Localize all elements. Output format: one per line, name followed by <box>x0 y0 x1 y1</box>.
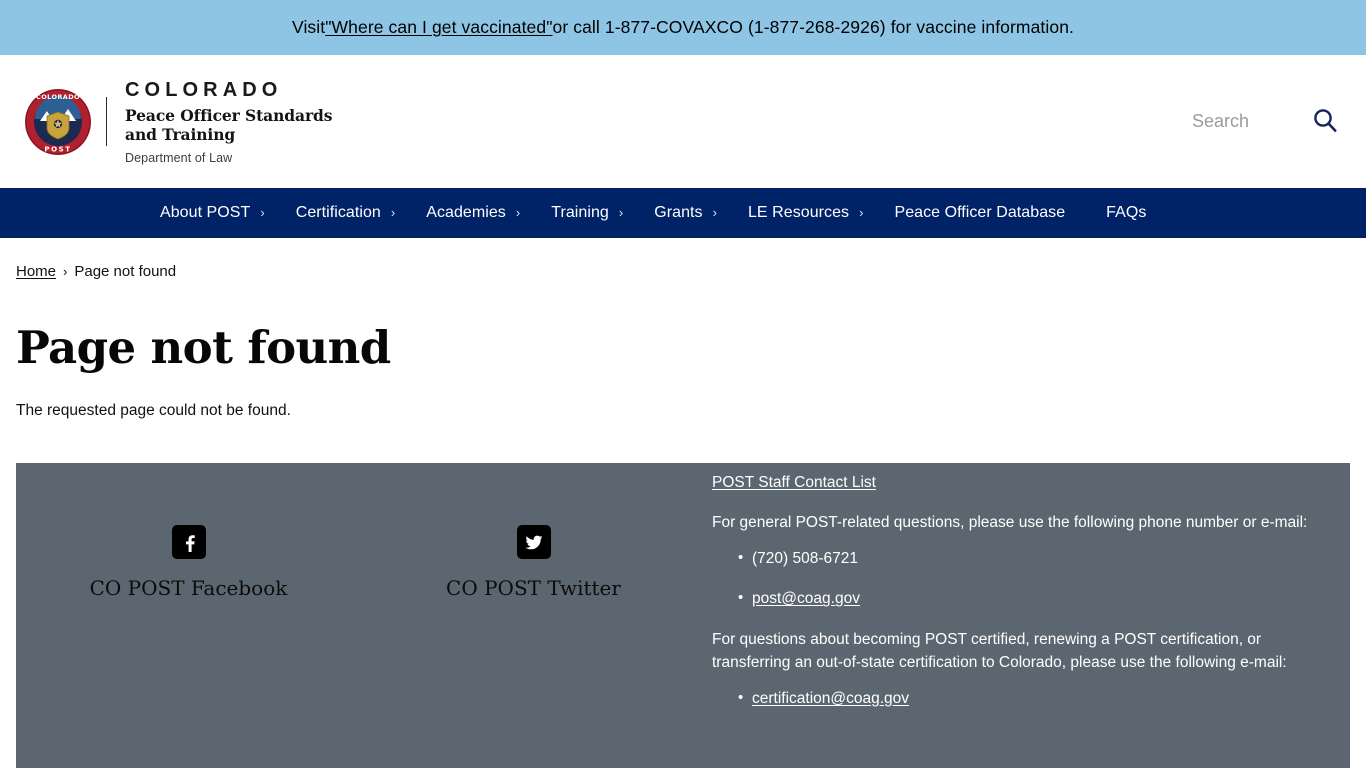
search-submit-button[interactable] <box>1310 107 1340 137</box>
brand-agency: Peace Officer Standards and Training <box>125 105 333 144</box>
nav-item-peace-officer-database[interactable]: Peace Officer Database <box>894 204 1065 222</box>
nav-item-faqs[interactable]: FAQs <box>1106 204 1146 222</box>
post-email-link[interactable]: post@coag.gov <box>752 590 860 607</box>
colorado-post-seal-icon: COLORADO POST <box>24 88 92 156</box>
main-content: Home › Page not found Page not found The… <box>0 238 1366 420</box>
svg-text:POST: POST <box>44 145 71 153</box>
nav-label: Grants <box>654 204 703 221</box>
nav-label: Training <box>551 204 609 221</box>
facebook-icon[interactable] <box>171 525 206 559</box>
nav-item-certification[interactable]: Certification › <box>296 204 396 222</box>
footer-social-section: CO POST Facebook CO POST Twitter <box>16 463 706 768</box>
nav-item-grants[interactable]: Grants › <box>654 204 717 222</box>
brand-department: Department of Law <box>125 151 233 166</box>
chevron-right-icon: › <box>260 204 265 220</box>
social-facebook-label[interactable]: CO POST Facebook <box>90 576 288 600</box>
vaccination-link[interactable]: "Where can I get vaccinated" <box>325 17 552 38</box>
brand-divider <box>106 96 107 147</box>
footer-contact-section: POST Staff Contact List For general POST… <box>706 463 1350 768</box>
nav-item-academies[interactable]: Academies › <box>426 204 520 222</box>
covid-alert-banner: Visit "Where can I get vaccinated" or ca… <box>0 0 1366 55</box>
site-header: COLORADO POST COLORADO Peace Officer Sta… <box>0 55 1366 188</box>
post-staff-contact-list-link[interactable]: POST Staff Contact List <box>712 472 876 495</box>
footer-certification-text: For questions about becoming POST certif… <box>712 631 1287 671</box>
list-item: (720) 508-6721 <box>738 547 1310 571</box>
nav-item-training[interactable]: Training › <box>551 204 623 222</box>
nav-label: Certification <box>295 204 381 221</box>
phone-number: (720) 508-6721 <box>752 549 858 567</box>
chevron-right-icon: › <box>390 204 396 220</box>
brand-lockup[interactable]: COLORADO POST COLORADO Peace Officer Sta… <box>24 78 340 166</box>
main-navigation: About POST › Certification › Academies ›… <box>0 188 1366 238</box>
list-item: post@coag.gov <box>738 587 1310 611</box>
nav-label: LE Resources <box>747 204 850 221</box>
search-input[interactable] <box>1192 111 1288 132</box>
breadcrumb-separator-icon: › <box>63 264 68 279</box>
footer-general-text: For general POST-related questions, plea… <box>712 513 1308 531</box>
alert-prefix: Visit <box>291 17 326 37</box>
footer-block: CO POST Facebook CO POST Twitter POST St… <box>16 463 1350 768</box>
nav-label: About POST <box>160 204 251 221</box>
nav-label: Peace Officer Database <box>894 204 1066 221</box>
social-twitter[interactable]: CO POST Twitter <box>361 525 706 600</box>
brand-state: COLORADO <box>125 78 283 101</box>
brand-text: COLORADO Peace Officer Standards and Tra… <box>125 78 340 166</box>
footer-certification-list: certification@coag.gov <box>712 687 1310 711</box>
breadcrumb-current: Page not found <box>74 263 177 280</box>
chevron-right-icon: › <box>515 204 521 220</box>
certification-email-link[interactable]: certification@coag.gov <box>752 690 909 707</box>
nav-label: Academies <box>426 204 506 221</box>
breadcrumb-home-link[interactable]: Home <box>16 263 56 280</box>
search-icon <box>1312 107 1338 136</box>
svg-text:COLORADO: COLORADO <box>36 93 80 101</box>
page-title: Page not found <box>16 321 391 374</box>
page-body-text: The requested page could not be found. <box>16 401 291 419</box>
list-item: certification@coag.gov <box>738 687 1310 711</box>
social-twitter-label[interactable]: CO POST Twitter <box>446 576 621 600</box>
chevron-right-icon: › <box>618 204 624 220</box>
chevron-right-icon: › <box>712 204 717 220</box>
chevron-right-icon: › <box>859 204 864 220</box>
alert-suffix: or call 1-877-COVAXCO (1-877-268-2926) f… <box>552 17 1075 37</box>
nav-label: FAQs <box>1106 204 1147 221</box>
nav-item-about-post[interactable]: About POST › <box>160 204 265 222</box>
nav-item-le-resources[interactable]: LE Resources › <box>748 204 863 222</box>
twitter-icon[interactable] <box>516 525 551 559</box>
social-facebook[interactable]: CO POST Facebook <box>16 525 361 600</box>
footer-general-list: (720) 508-6721 post@coag.gov <box>712 547 1310 612</box>
breadcrumb: Home › Page not found <box>16 238 1350 280</box>
header-search <box>1192 107 1340 137</box>
